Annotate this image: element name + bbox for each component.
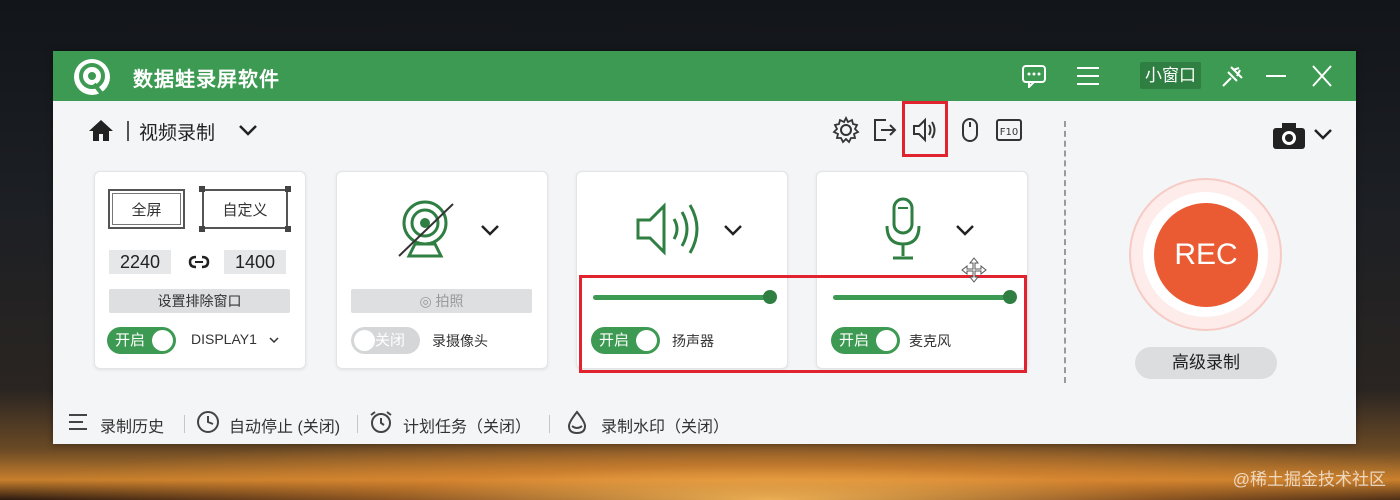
resize-handle (285, 226, 291, 232)
height-input[interactable]: 1400 (224, 250, 286, 274)
chevron-down-icon[interactable] (269, 337, 279, 344)
close-icon[interactable] (1309, 64, 1335, 88)
chevron-down-icon[interactable] (1313, 127, 1333, 141)
title-bar: 数据蛙录屏软件 小窗口 (53, 51, 1356, 101)
photo-camera-icon: ◎ (419, 293, 436, 309)
bottom-separator (184, 415, 185, 433)
fullscreen-button[interactable]: 全屏 (108, 189, 185, 229)
export-icon[interactable] (870, 116, 898, 144)
breadcrumb-separator (127, 121, 129, 141)
home-icon[interactable] (88, 118, 114, 142)
toggle-label: 关闭 (375, 332, 406, 349)
app-logo-icon (74, 59, 110, 96)
resize-handle (199, 226, 205, 232)
app-title: 数据蛙录屏软件 (133, 69, 280, 91)
move-cursor-icon (961, 257, 987, 283)
resize-handle (199, 186, 205, 192)
chevron-down-icon[interactable] (238, 123, 258, 137)
webcam-label: 录摄像头 (432, 333, 488, 349)
chevron-down-icon[interactable] (723, 223, 743, 237)
webcam-toggle[interactable]: 关闭 (351, 327, 420, 354)
screen-area-card: 全屏 自定义 2240 1400 设置排除窗口 开启 DISPLAY1 (94, 171, 306, 369)
pin-icon[interactable] (1219, 64, 1245, 88)
take-photo-label: 拍照 (435, 293, 464, 309)
bottom-separator (357, 415, 358, 433)
mode-selector-label[interactable]: 视频录制 (139, 118, 215, 145)
minimize-icon[interactable] (1263, 64, 1289, 88)
mouse-icon[interactable] (956, 116, 984, 144)
webcam-card: ◎ 拍照 关闭 录摄像头 (336, 171, 548, 369)
record-watermark-link[interactable]: 录制水印（关闭） (601, 413, 729, 437)
auto-stop-link[interactable]: 自动停止 (关闭) (229, 413, 340, 437)
history-list-icon[interactable] (67, 410, 91, 434)
scheduled-task-link[interactable]: 计划任务（关闭） (403, 413, 531, 437)
take-photo-button[interactable]: ◎ 拍照 (351, 289, 532, 313)
speaker-highlight-box (902, 101, 948, 157)
webcam-off-icon (398, 200, 454, 258)
site-watermark: @稀土掘金技术社区 (1232, 470, 1386, 489)
display-selector[interactable]: DISPLAY1 (191, 331, 257, 347)
link-ratio-icon[interactable] (187, 252, 211, 272)
watermark-drop-icon[interactable] (565, 410, 589, 434)
audio-controls-highlight-box (579, 275, 1027, 373)
small-window-button[interactable]: 小窗口 (1140, 62, 1201, 89)
advanced-record-button[interactable]: 高级录制 (1135, 347, 1277, 379)
speaker-icon (636, 202, 699, 256)
resize-handle (285, 186, 291, 192)
exclude-window-button[interactable]: 设置排除窗口 (109, 289, 290, 313)
custom-area-button[interactable]: 自定义 (202, 189, 288, 229)
screenshot-camera-icon[interactable] (1271, 121, 1307, 151)
record-button[interactable]: REC (1154, 203, 1258, 307)
feedback-icon[interactable] (1021, 64, 1047, 88)
panel-divider (1064, 121, 1066, 383)
alarm-clock-icon[interactable] (369, 410, 393, 434)
record-history-link[interactable]: 录制历史 (100, 413, 164, 437)
clock-icon[interactable] (196, 410, 220, 434)
width-input[interactable]: 2240 (109, 250, 171, 274)
toggle-knob (354, 330, 375, 351)
svg-text:F10: F10 (1000, 127, 1018, 138)
app-window: 数据蛙录屏软件 小窗口 视频录制 F10 全屏 自定义 2240 1400 设置… (53, 51, 1356, 444)
toolbar: 视频录制 F10 (53, 101, 1356, 161)
bottom-bar: 录制历史 自动停止 (关闭) 计划任务（关闭） 录制水印（关闭） (53, 401, 1356, 444)
microphone-icon (885, 197, 921, 260)
chevron-down-icon[interactable] (955, 223, 975, 237)
screen-toggle[interactable]: 开启 (107, 327, 176, 354)
bottom-separator (549, 415, 550, 433)
toggle-label: 开启 (115, 332, 146, 349)
chevron-down-icon[interactable] (480, 223, 500, 237)
hotkey-icon[interactable]: F10 (995, 116, 1023, 144)
toggle-knob (152, 330, 173, 351)
menu-icon[interactable] (1075, 64, 1101, 88)
settings-gear-icon[interactable] (832, 116, 860, 144)
